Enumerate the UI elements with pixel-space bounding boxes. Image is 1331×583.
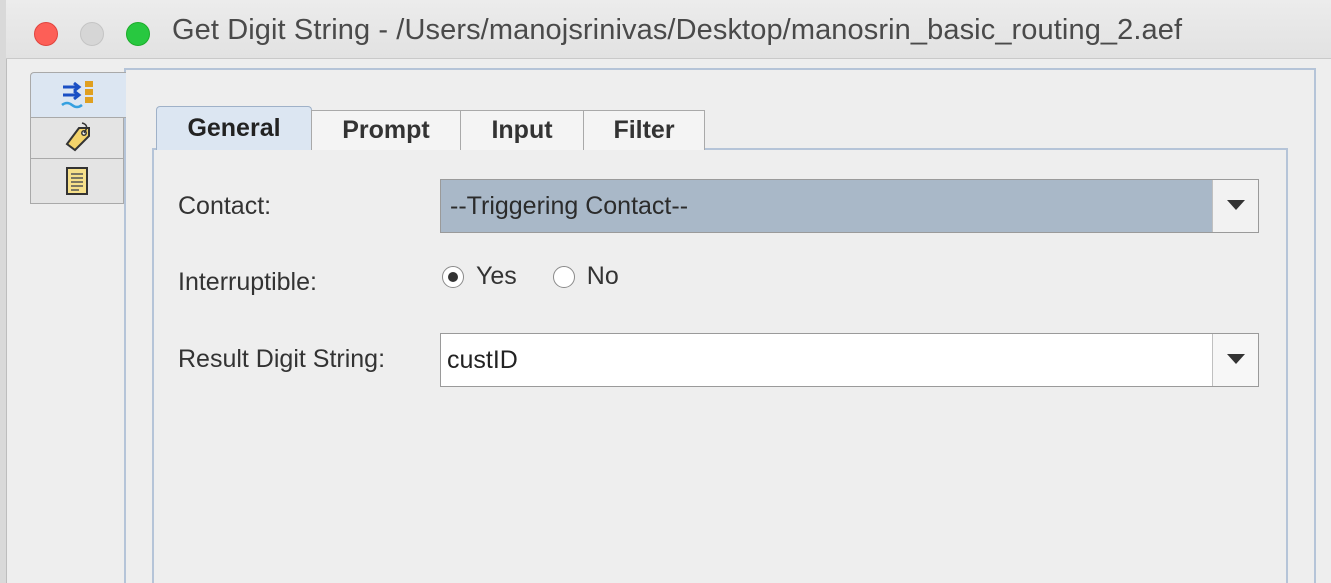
tab-filter[interactable]: Filter [583,110,705,150]
interruptible-label: Interruptible: [178,268,317,296]
side-tab-notes[interactable] [30,158,124,204]
minimize-window-button[interactable] [80,22,104,46]
result-dropdown-button[interactable] [1212,334,1258,386]
contact-dropdown-button[interactable] [1212,180,1258,232]
contact-combobox[interactable]: --Triggering Contact-- [440,179,1259,233]
radio-no[interactable]: No [552,262,619,291]
arrows-flow-icon [59,78,99,112]
close-window-button[interactable] [34,22,58,46]
result-digit-string-label: Result Digit String: [178,345,386,373]
zoom-window-button[interactable] [126,22,150,46]
chevron-down-icon [1226,197,1245,215]
dialog-window: Get Digit String - /Users/manojsrinivas/… [0,0,1331,583]
result-digit-string-value: custID [447,345,518,374]
tag-icon [60,121,94,155]
radio-yes-button[interactable] [442,265,464,288]
tab-prompt[interactable]: Prompt [311,110,461,150]
radio-yes-label: Yes [476,262,517,290]
tab-general[interactable]: General [156,106,312,150]
window-edge [0,0,7,583]
result-digit-string-combobox[interactable]: custID [440,333,1259,387]
tab-input[interactable]: Input [460,110,584,150]
chevron-down-icon [1226,351,1245,369]
title-bar[interactable]: Get Digit String - /Users/manojsrinivas/… [6,0,1331,59]
side-tab-tag[interactable] [30,117,124,159]
side-tab-strip [30,72,126,204]
notepad-icon [62,164,92,198]
contact-label: Contact: [178,192,272,220]
tab-bar: General Prompt Input Filter [156,106,705,150]
interruptible-radio-group: Yes No [442,262,655,291]
radio-no-button[interactable] [552,265,575,288]
window-title: Get Digit String - /Users/manojsrinivas/… [172,14,1183,46]
contact-value: --Triggering Contact-- [450,191,689,220]
radio-no-label: No [586,262,619,290]
side-tab-flow[interactable] [30,72,126,118]
radio-yes[interactable]: Yes [442,262,517,291]
